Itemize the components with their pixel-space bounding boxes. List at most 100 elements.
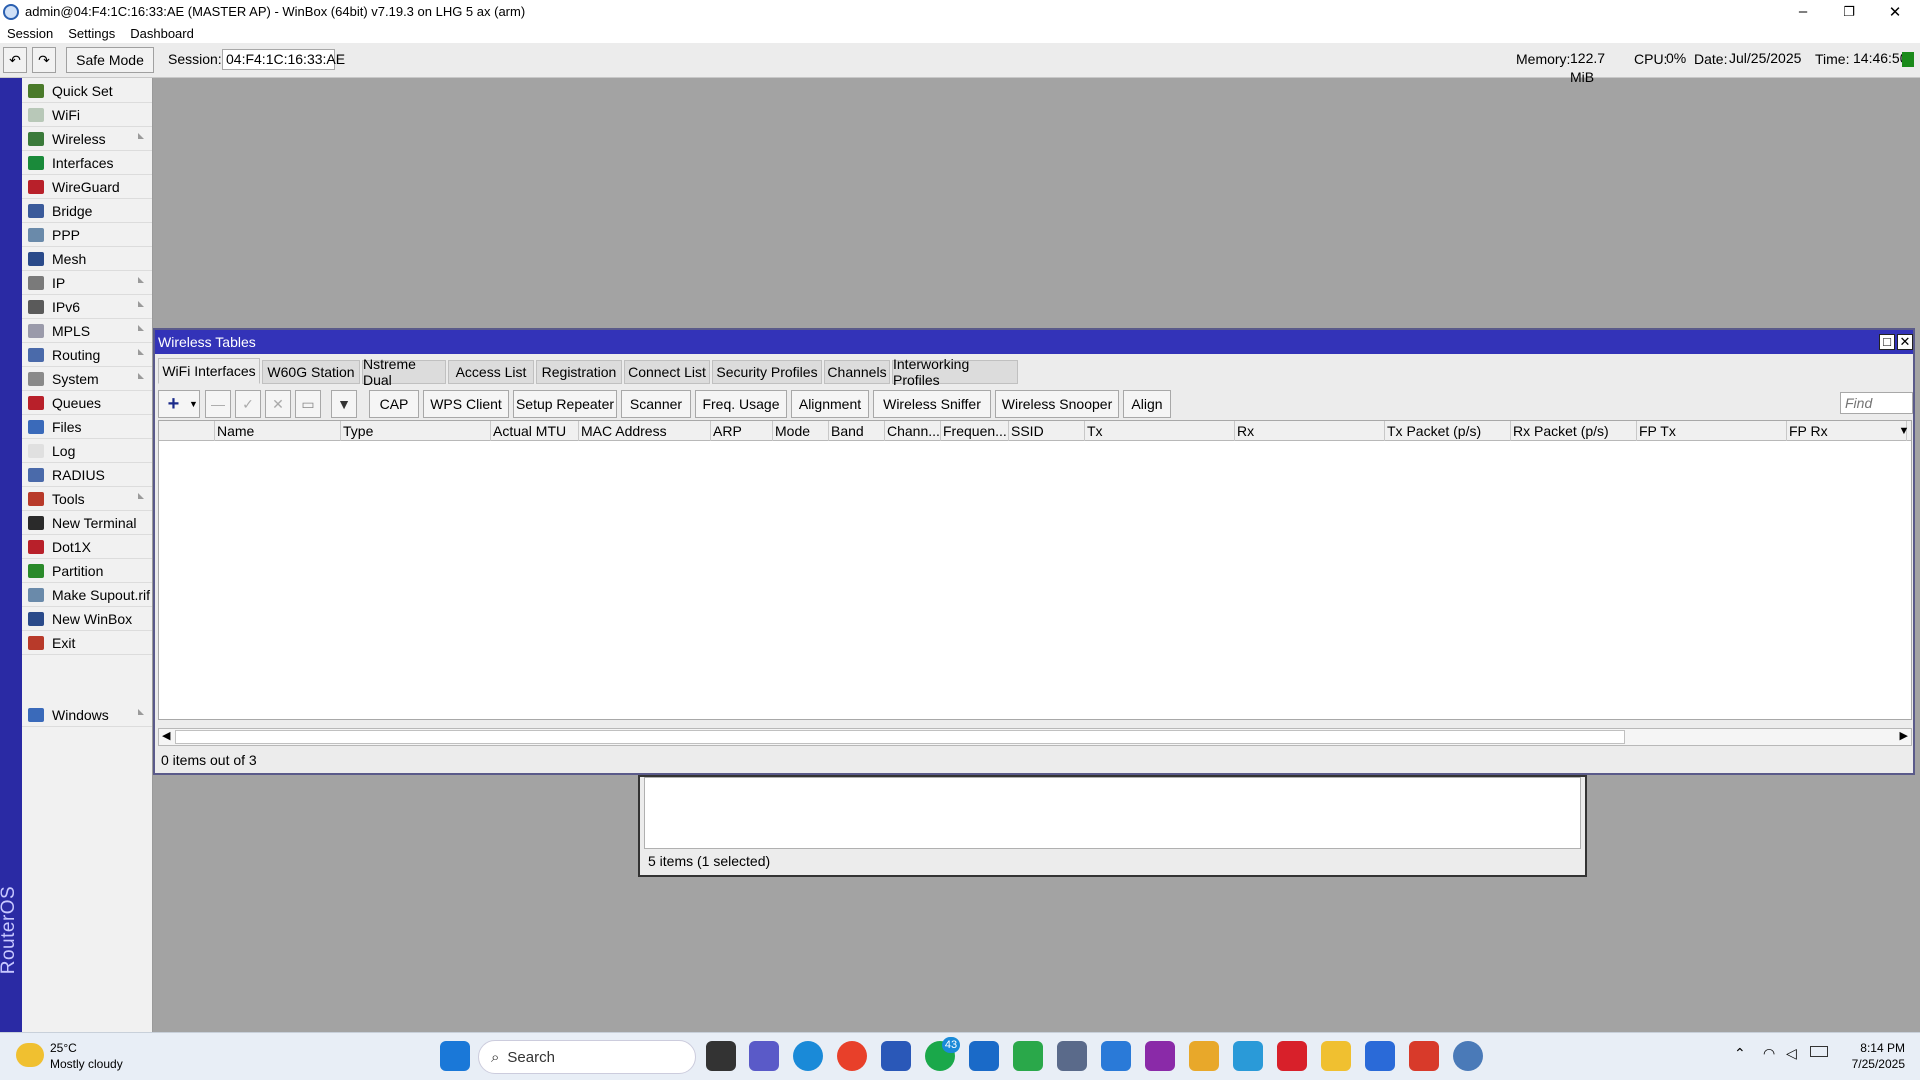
snip-icon[interactable] (1189, 1041, 1219, 1071)
explorer-icon[interactable] (1321, 1041, 1351, 1071)
tab-access-list[interactable]: Access List (448, 360, 534, 384)
sidebar-item-interfaces[interactable]: Interfaces (22, 152, 152, 175)
disable-button[interactable]: ✕ (265, 390, 291, 418)
column-header-flags[interactable] (159, 421, 215, 441)
column-header-ssid[interactable]: SSID (1009, 421, 1085, 441)
tab-w60g-station[interactable]: W60G Station (262, 360, 360, 384)
add-button[interactable]: + (158, 390, 188, 418)
column-header-chann[interactable]: Chann... (885, 421, 941, 441)
scrollbar-thumb[interactable] (175, 730, 1625, 744)
app-icon[interactable] (1101, 1041, 1131, 1071)
netflix-icon[interactable] (1277, 1041, 1307, 1071)
column-header-actual-mtu[interactable]: Actual MTU (491, 421, 579, 441)
sidebar-item-log[interactable]: Log (22, 440, 152, 463)
background-window[interactable]: 5 items (1 selected) (638, 775, 1587, 877)
column-header-frequen[interactable]: Frequen... (941, 421, 1009, 441)
battery-icon[interactable] (1810, 1046, 1828, 1057)
sidebar-item-ipv6[interactable]: IPv6 (22, 296, 152, 319)
safe-mode-button[interactable]: Safe Mode (66, 47, 154, 73)
clock-date[interactable]: 7/25/2025 (1845, 1057, 1905, 1071)
taskbar-search[interactable]: ⌕ Search (478, 1040, 696, 1074)
sidebar-item-mpls[interactable]: MPLS (22, 320, 152, 343)
drive-icon[interactable] (1013, 1041, 1043, 1071)
store-icon[interactable] (881, 1041, 911, 1071)
minimize-button[interactable]: – (1780, 0, 1826, 23)
tab-wifi-interfaces[interactable]: WiFi Interfaces (158, 358, 260, 384)
tab-interworking-profiles[interactable]: Interworking Profiles (892, 356, 1018, 388)
chrome-icon[interactable] (837, 1041, 867, 1071)
sidebar-item-new-winbox[interactable]: New WinBox (22, 608, 152, 631)
clock-time[interactable]: 8:14 PM (1845, 1041, 1905, 1055)
sidebar-item-exit[interactable]: Exit (22, 632, 152, 655)
column-header-arp[interactable]: ARP (711, 421, 773, 441)
wireless-tables-titlebar[interactable]: Wireless Tables □ ✕ (155, 330, 1913, 354)
sidebar-item-ppp[interactable]: PPP (22, 224, 152, 247)
sidebar-item-quick-set[interactable]: Quick Set (22, 80, 152, 103)
wireless-sniffer-button[interactable]: Wireless Sniffer (873, 390, 991, 418)
column-header-fp-rx[interactable]: FP Rx (1787, 421, 1907, 441)
column-header-mac-address[interactable]: MAC Address (579, 421, 711, 441)
redo-button[interactable]: ↷ (32, 47, 56, 73)
sidebar-item-radius[interactable]: RADIUS (22, 464, 152, 487)
freq-usage-button[interactable]: Freq. Usage (695, 390, 787, 418)
column-header-tx[interactable]: Tx (1085, 421, 1235, 441)
alignment-button[interactable]: Alignment (791, 390, 869, 418)
window-maximize-button[interactable]: □ (1879, 334, 1895, 350)
weather-icon[interactable] (16, 1043, 44, 1067)
sidebar-item-queues[interactable]: Queues (22, 392, 152, 415)
sidebar-item-wireless[interactable]: Wireless (22, 128, 152, 151)
column-header-fp-tx[interactable]: FP Tx (1637, 421, 1787, 441)
menu-session[interactable]: Session (0, 26, 61, 41)
close-button[interactable]: ✕ (1872, 0, 1918, 23)
wps-client-button[interactable]: WPS Client (423, 390, 509, 418)
menu-settings[interactable]: Settings (61, 26, 123, 41)
sidebar-item-routing[interactable]: Routing (22, 344, 152, 367)
sidebar-item-files[interactable]: Files (22, 416, 152, 439)
cap-button[interactable]: CAP (369, 390, 419, 418)
sidebar-item-wireguard[interactable]: WireGuard (22, 176, 152, 199)
sidebar-item-mesh[interactable]: Mesh (22, 248, 152, 271)
find-input[interactable] (1840, 392, 1913, 414)
background-window-list[interactable] (644, 777, 1581, 849)
sidebar-item-wifi[interactable]: WiFi (22, 104, 152, 127)
sidebar-item-make-supout-rif[interactable]: Make Supout.rif (22, 584, 152, 607)
notepad-icon[interactable] (1365, 1041, 1395, 1071)
calculator-icon[interactable] (1057, 1041, 1087, 1071)
wifi-tray-icon[interactable]: ◠ (1763, 1045, 1775, 1062)
start-icon[interactable] (440, 1041, 470, 1071)
window-close-button[interactable]: ✕ (1897, 334, 1913, 350)
column-header-type[interactable]: Type (341, 421, 491, 441)
column-header-band[interactable]: Band (829, 421, 885, 441)
app2-icon[interactable] (1233, 1041, 1263, 1071)
sidebar-item-new-terminal[interactable]: New Terminal (22, 512, 152, 535)
anydesk-icon[interactable] (1409, 1041, 1439, 1071)
enable-button[interactable]: ✓ (235, 390, 261, 418)
outlook-icon[interactable] (969, 1041, 999, 1071)
setup-repeater-button[interactable]: Setup Repeater (513, 390, 617, 418)
column-header-name[interactable]: Name (215, 421, 341, 441)
sidebar-item-windows[interactable]: Windows (22, 704, 152, 727)
scroll-left-icon[interactable]: ◀ (162, 729, 170, 742)
column-chooser-icon[interactable]: ▼ (1893, 421, 1913, 441)
column-header-tx-packet-p-s[interactable]: Tx Packet (p/s) (1385, 421, 1511, 441)
undo-button[interactable]: ↶ (3, 47, 27, 73)
tab-security-profiles[interactable]: Security Profiles (712, 360, 822, 384)
tab-channels[interactable]: Channels (824, 360, 890, 384)
horizontal-scrollbar[interactable]: ◀ ▶ (158, 728, 1912, 746)
scanner-button[interactable]: Scanner (621, 390, 691, 418)
sidebar-item-tools[interactable]: Tools (22, 488, 152, 511)
column-header-rx-packet-p-s[interactable]: Rx Packet (p/s) (1511, 421, 1637, 441)
maximize-button[interactable]: ❐ (1826, 0, 1872, 23)
tab-connect-list[interactable]: Connect List (624, 360, 710, 384)
sidebar-item-dot1x[interactable]: Dot1X (22, 536, 152, 559)
onenote-icon[interactable] (1145, 1041, 1175, 1071)
tab-registration[interactable]: Registration (536, 360, 622, 384)
tab-nstreme-dual[interactable]: Nstreme Dual (362, 356, 446, 388)
sidebar-item-partition[interactable]: Partition (22, 560, 152, 583)
wifi-interfaces-table[interactable]: Name Type Actual MTU MAC Address ARP Mode Band… (158, 420, 1912, 720)
add-dropdown-button[interactable]: ▼ (188, 390, 200, 418)
session-field[interactable]: 04:F4:1C:16:33:AE (222, 49, 345, 70)
winbox-taskbar-icon[interactable] (1453, 1041, 1483, 1071)
edge-icon[interactable] (793, 1041, 823, 1071)
teams-icon[interactable] (749, 1041, 779, 1071)
